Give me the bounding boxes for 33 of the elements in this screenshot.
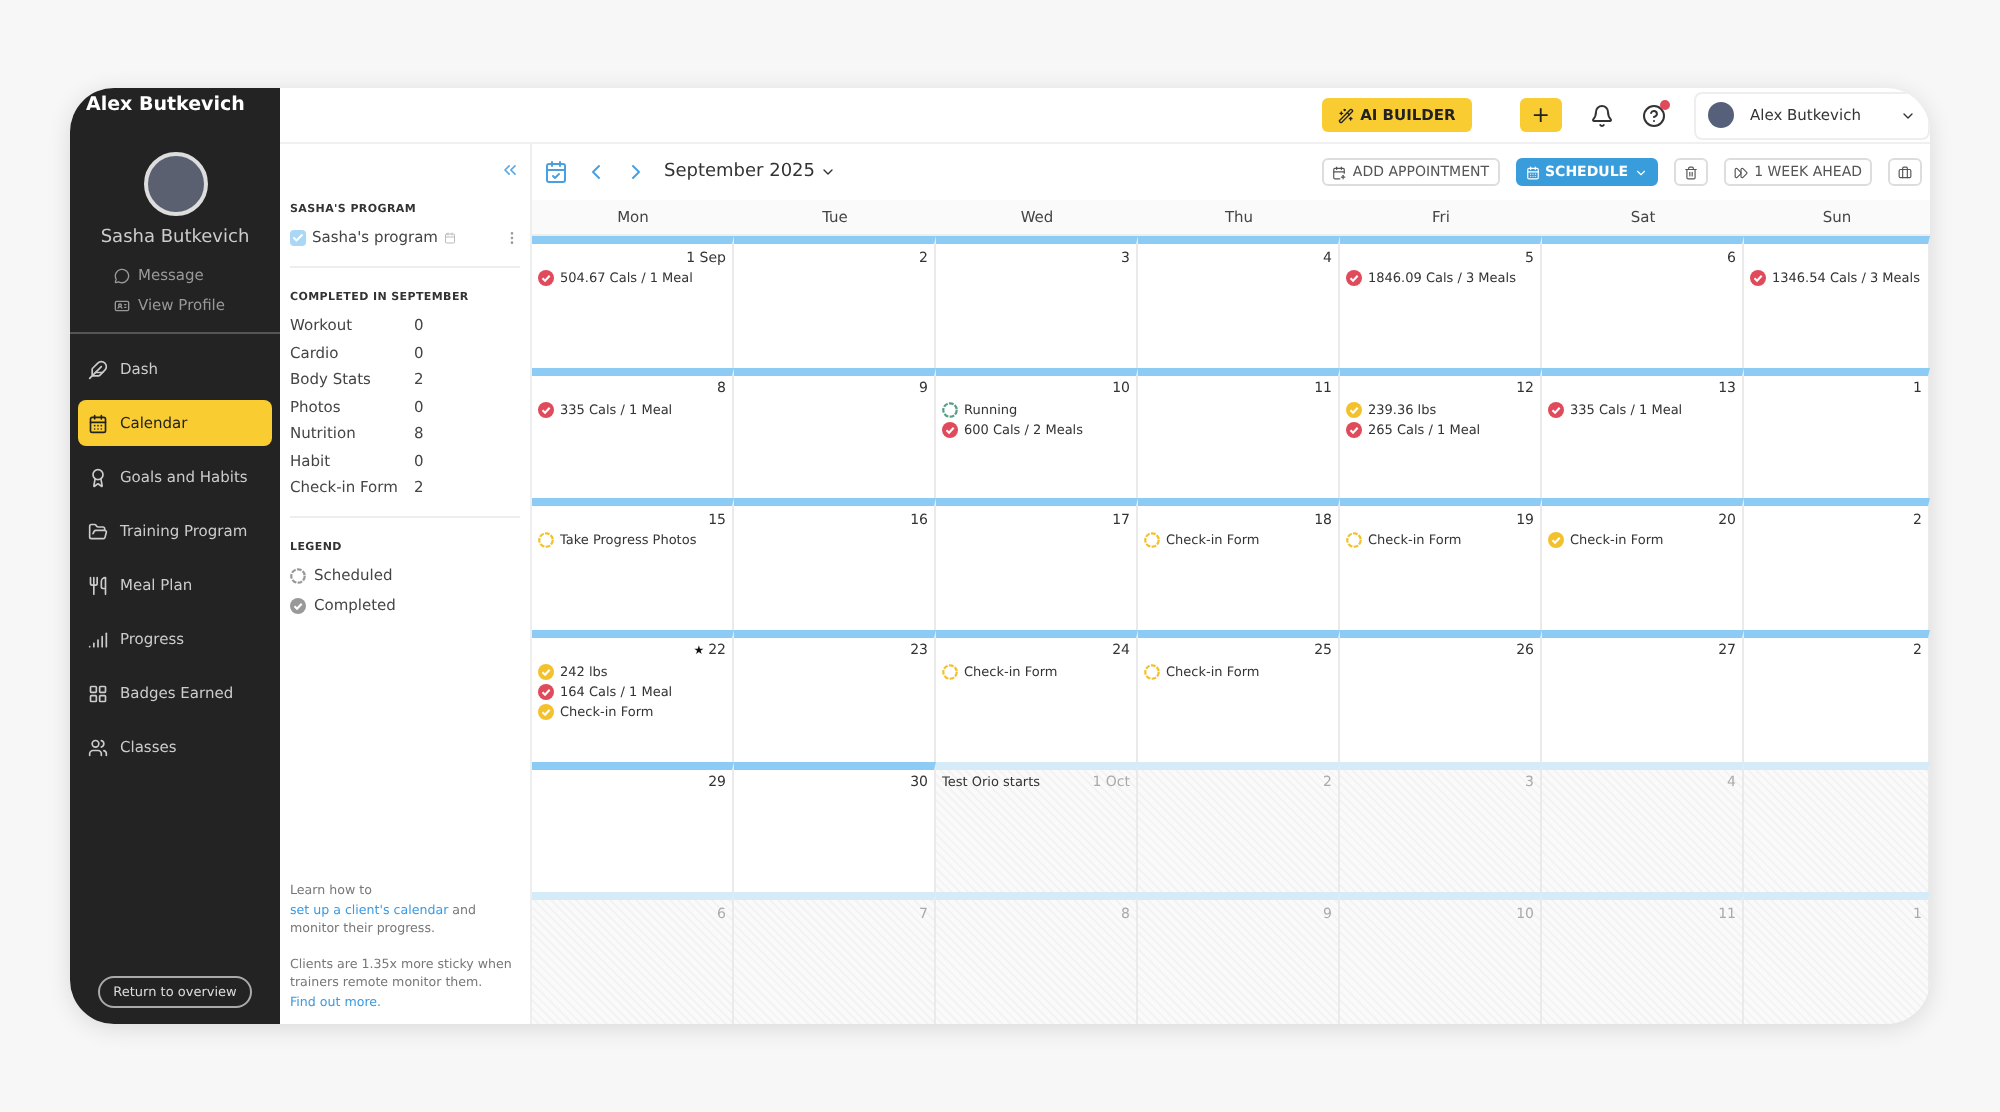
day-cell[interactable]: [1744, 761, 1930, 893]
nav-icon: [88, 575, 108, 595]
avatar: [143, 152, 207, 216]
briefcase-button[interactable]: [1888, 158, 1922, 186]
caret-icon: [1634, 165, 1649, 179]
help-icon[interactable]: [1642, 103, 1666, 127]
caret-icon: [819, 164, 836, 180]
delete-button[interactable]: [1674, 158, 1709, 186]
nav-icon: [88, 737, 108, 757]
fast-forward-icon: [1734, 165, 1749, 179]
trash-icon: [1684, 165, 1699, 179]
month-picker[interactable]: September 2025: [664, 162, 836, 182]
user-avatar: [1708, 102, 1734, 128]
program-checkbox[interactable]: [290, 229, 306, 245]
nav-icon: [88, 413, 108, 433]
calendar-plus-icon: [1332, 165, 1347, 179]
calendar-icon: [443, 231, 456, 243]
collapse-icon[interactable]: [500, 160, 520, 180]
briefcase-icon: [1898, 165, 1912, 179]
add-button[interactable]: +: [1519, 98, 1562, 132]
nav-icon: [88, 521, 108, 541]
notifications-icon[interactable]: [1590, 103, 1614, 127]
wand-icon: [1338, 107, 1355, 123]
nav-icon: [88, 467, 108, 487]
client-name: Sasha Butkevich: [98, 228, 252, 248]
nav-icon: [88, 359, 108, 379]
profile-card-icon: [114, 297, 130, 313]
nav-icon: [88, 683, 108, 703]
today-icon[interactable]: [544, 160, 568, 184]
nav-icon: [88, 629, 108, 649]
calendar-icon: [1525, 165, 1540, 179]
chat-icon: [114, 267, 130, 283]
app-title: Alex Butkevich: [84, 92, 247, 116]
